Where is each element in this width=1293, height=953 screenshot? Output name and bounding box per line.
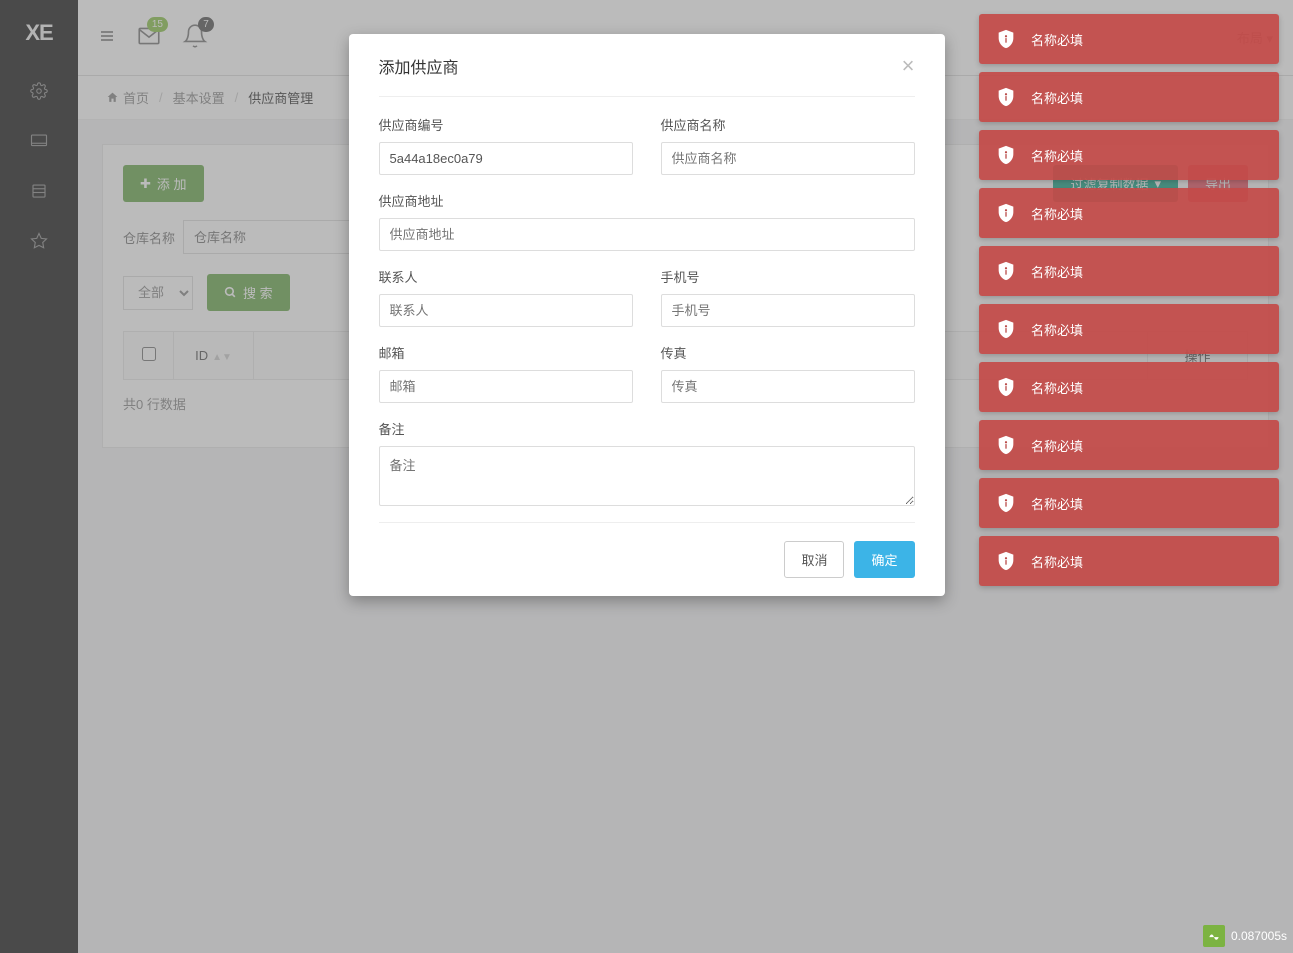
shield-alert-icon xyxy=(995,86,1017,108)
toast-error[interactable]: 名称必填 xyxy=(979,304,1279,354)
shield-alert-icon xyxy=(995,434,1017,456)
fax-input[interactable] xyxy=(661,370,915,403)
toast-error[interactable]: 名称必填 xyxy=(979,536,1279,586)
toast-error[interactable]: 名称必填 xyxy=(979,362,1279,412)
confirm-button[interactable]: 确定 xyxy=(854,541,914,578)
shield-alert-icon xyxy=(995,318,1017,340)
supplier-name-label: 供应商名称 xyxy=(661,115,915,134)
toast-error[interactable]: 名称必填 xyxy=(979,72,1279,122)
shield-alert-icon xyxy=(995,28,1017,50)
shield-alert-icon xyxy=(995,144,1017,166)
shield-alert-icon xyxy=(995,202,1017,224)
modal-title: 添加供应商 xyxy=(379,54,459,78)
shield-alert-icon xyxy=(995,492,1017,514)
remark-label: 备注 xyxy=(379,419,915,438)
perf-indicator: 0.087005s xyxy=(1203,925,1287,947)
toast-error[interactable]: 名称必填 xyxy=(979,130,1279,180)
supplier-code-input[interactable] xyxy=(379,142,633,175)
phone-label: 手机号 xyxy=(661,267,915,286)
contact-input[interactable] xyxy=(379,294,633,327)
toast-error[interactable]: 名称必填 xyxy=(979,14,1279,64)
shield-alert-icon xyxy=(995,550,1017,572)
cancel-button[interactable]: 取消 xyxy=(784,541,844,578)
remark-textarea[interactable] xyxy=(379,446,915,506)
email-label: 邮箱 xyxy=(379,343,633,362)
supplier-addr-label: 供应商地址 xyxy=(379,191,915,210)
supplier-name-input[interactable] xyxy=(661,142,915,175)
toast-error[interactable]: 名称必填 xyxy=(979,478,1279,528)
shield-alert-icon xyxy=(995,260,1017,282)
fax-label: 传真 xyxy=(661,343,915,362)
shield-alert-icon xyxy=(995,376,1017,398)
supplier-addr-input[interactable] xyxy=(379,218,915,251)
contact-label: 联系人 xyxy=(379,267,633,286)
perf-icon xyxy=(1203,925,1225,947)
add-supplier-modal: 添加供应商 × 供应商编号 供应商名称 供应商地址 xyxy=(349,34,945,596)
toast-stack: 名称必填 名称必填 名称必填 名称必填 名称必填 名称必填 名称必填 名称必填 … xyxy=(979,14,1279,586)
supplier-code-label: 供应商编号 xyxy=(379,115,633,134)
toast-error[interactable]: 名称必填 xyxy=(979,420,1279,470)
toast-error[interactable]: 名称必填 xyxy=(979,246,1279,296)
toast-error[interactable]: 名称必填 xyxy=(979,188,1279,238)
phone-input[interactable] xyxy=(661,294,915,327)
email-input[interactable] xyxy=(379,370,633,403)
close-icon[interactable]: × xyxy=(902,55,915,77)
